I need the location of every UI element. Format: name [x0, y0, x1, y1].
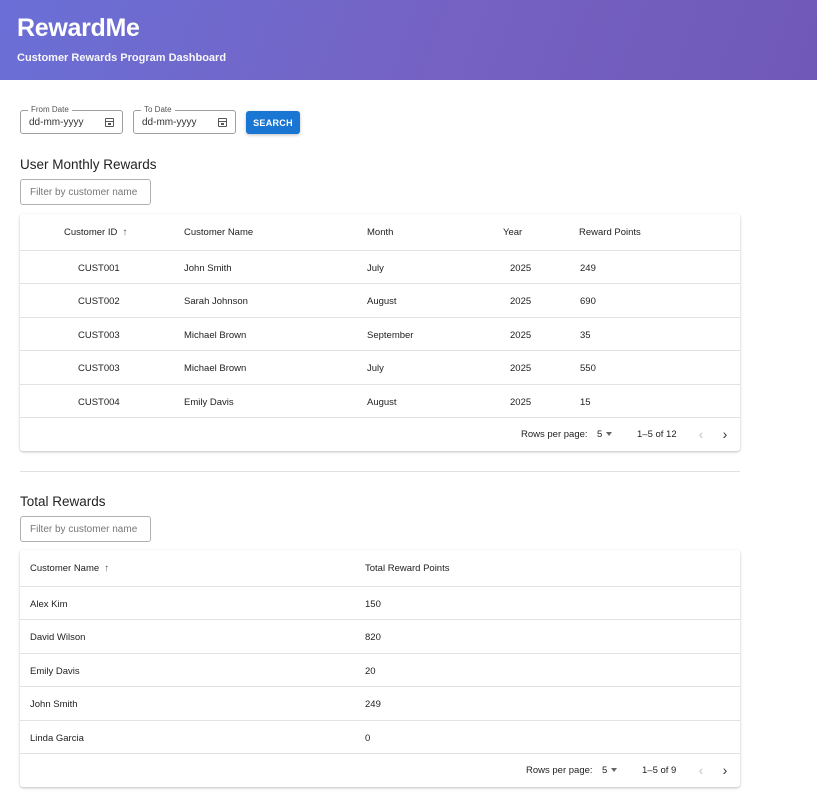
total-points-cell: 150 — [365, 599, 381, 610]
total-points-cell: 20 — [365, 666, 376, 677]
rows-per-page-select[interactable]: 5 — [602, 765, 618, 776]
table-row: Alex Kim 150 — [20, 587, 740, 620]
table-row: Emily Davis 20 — [20, 654, 740, 687]
caret-down-icon[interactable] — [611, 768, 618, 772]
page-range: 1–5 of 12 — [637, 429, 677, 440]
total-rewards-table: Customer Name ↑ Total Reward Points Alex … — [20, 550, 740, 787]
from-date-field[interactable]: From Date dd-mm-yyyy — [20, 104, 123, 134]
customer-id-cell: CUST003 — [78, 330, 120, 341]
monthly-filter-input[interactable] — [20, 179, 151, 205]
customer-name-cell: Linda Garcia — [30, 733, 84, 744]
customer-name-cell: Michael Brown — [184, 363, 247, 374]
reward-points-cell: 690 — [580, 296, 596, 307]
reward-points-cell: 550 — [580, 363, 596, 374]
page-range: 1–5 of 9 — [642, 765, 677, 776]
year-cell: 2025 — [510, 263, 532, 274]
customer-id-cell: CUST002 — [78, 296, 120, 307]
column-header-month[interactable]: Month — [367, 227, 393, 238]
rows-per-page-label: Rows per page: — [526, 765, 593, 776]
column-header-customer-name[interactable]: Customer Name ↑ — [30, 563, 109, 574]
monthly-rewards-title: User Monthly Rewards — [20, 157, 157, 172]
customer-name-cell: David Wilson — [30, 632, 86, 643]
total-rewards-title: Total Rewards — [20, 494, 106, 509]
section-divider — [20, 471, 740, 472]
reward-points-cell: 249 — [580, 263, 596, 274]
total-pagination: Rows per page: 5 1–5 of 9 ‹ › — [20, 754, 740, 787]
month-cell: August — [367, 296, 397, 307]
year-cell: 2025 — [510, 363, 532, 374]
to-date-field[interactable]: To Date dd-mm-yyyy — [133, 104, 236, 134]
monthly-rewards-table: Customer ID ↑ Customer Name Month Year Re… — [20, 214, 740, 451]
to-date-value[interactable]: dd-mm-yyyy — [142, 117, 196, 128]
table-row: CUST003 Michael Brown July 2025 550 — [20, 351, 740, 385]
year-cell: 2025 — [510, 397, 532, 408]
customer-name-cell: Sarah Johnson — [184, 296, 248, 307]
total-points-cell: 249 — [365, 699, 381, 710]
column-header-year[interactable]: Year — [503, 227, 522, 238]
arrow-up-icon[interactable]: ↑ — [122, 227, 127, 238]
rows-per-page-select[interactable]: 5 — [597, 429, 613, 440]
total-filter-input[interactable] — [20, 516, 151, 542]
from-date-label: From Date — [28, 104, 72, 116]
column-header-total-reward-points[interactable]: Total Reward Points — [365, 563, 449, 574]
column-header-customer-name[interactable]: Customer Name — [184, 227, 253, 238]
chevron-right-icon[interactable]: › — [718, 426, 732, 442]
total-points-cell: 0 — [365, 733, 371, 744]
table-header-row: Customer Name ↑ Total Reward Points — [20, 550, 740, 587]
customer-id-cell: CUST001 — [78, 263, 120, 274]
customer-name-cell: Emily Davis — [184, 397, 234, 408]
reward-points-cell: 15 — [580, 397, 591, 408]
customer-name-cell: Michael Brown — [184, 330, 247, 341]
customer-name-cell: John Smith — [184, 263, 232, 274]
chevron-right-icon[interactable]: › — [718, 762, 732, 778]
table-header-row: Customer ID ↑ Customer Name Month Year Re… — [20, 214, 740, 251]
month-cell: July — [367, 263, 384, 274]
year-cell: 2025 — [510, 296, 532, 307]
to-date-label: To Date — [141, 104, 175, 116]
app-subtitle: Customer Rewards Program Dashboard — [17, 52, 227, 64]
year-cell: 2025 — [510, 330, 532, 341]
customer-id-cell: CUST004 — [78, 397, 120, 408]
table-row: CUST003 Michael Brown September 2025 35 — [20, 318, 740, 351]
table-row: Linda Garcia 0 — [20, 721, 740, 754]
table-row: CUST001 John Smith July 2025 249 — [20, 251, 740, 284]
chevron-left-icon[interactable]: ‹ — [694, 426, 708, 442]
chevron-left-icon[interactable]: ‹ — [694, 762, 708, 778]
calendar-icon[interactable] — [218, 118, 227, 127]
month-cell: July — [367, 363, 384, 374]
customer-name-cell: Alex Kim — [30, 599, 68, 610]
customer-name-cell: John Smith — [30, 699, 78, 710]
table-row: John Smith 249 — [20, 687, 740, 721]
arrow-up-icon[interactable]: ↑ — [104, 563, 109, 574]
total-points-cell: 820 — [365, 632, 381, 643]
search-button[interactable]: SEARCH — [246, 111, 300, 134]
from-date-value[interactable]: dd-mm-yyyy — [29, 117, 83, 128]
customer-name-cell: Emily Davis — [30, 666, 80, 677]
table-row: David Wilson 820 — [20, 620, 740, 654]
month-cell: August — [367, 397, 397, 408]
rows-per-page-label: Rows per page: — [521, 429, 588, 440]
table-row: CUST004 Emily Davis August 2025 15 — [20, 385, 740, 418]
monthly-pagination: Rows per page: 5 1–5 of 12 ‹ › — [20, 418, 740, 451]
table-row: CUST002 Sarah Johnson August 2025 690 — [20, 284, 740, 318]
app-title: RewardMe — [17, 14, 140, 42]
reward-points-cell: 35 — [580, 330, 591, 341]
customer-id-cell: CUST003 — [78, 363, 120, 374]
app-header: RewardMe Customer Rewards Program Dashbo… — [0, 0, 817, 80]
column-header-customer-id[interactable]: Customer ID ↑ — [64, 227, 127, 238]
month-cell: September — [367, 330, 414, 341]
calendar-icon[interactable] — [105, 118, 114, 127]
caret-down-icon[interactable] — [606, 432, 613, 436]
column-header-reward-points[interactable]: Reward Points — [579, 227, 641, 238]
